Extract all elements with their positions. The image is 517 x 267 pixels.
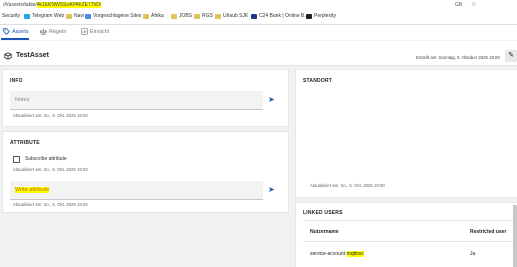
bookmark-navi[interactable]: Navi xyxy=(66,13,84,19)
telegram-icon xyxy=(24,13,30,19)
divider xyxy=(303,241,513,242)
zoom-badge[interactable]: GB xyxy=(455,2,462,8)
bookmark-afrika[interactable]: Afrika xyxy=(143,13,164,19)
info-title: INFO xyxy=(10,78,23,84)
tab-regeln[interactable]: Regeln xyxy=(40,28,66,35)
bookmark-label: Afrika xyxy=(151,13,164,19)
edit-button[interactable]: ✎ xyxy=(505,50,517,62)
table-row-username[interactable]: service-account-mqttsvc xyxy=(310,251,364,257)
username-prefix: service-account- xyxy=(310,251,347,257)
bookmark-rgs[interactable]: RGS xyxy=(194,13,213,19)
tab-label: Einsicht xyxy=(90,28,110,35)
cube-icon xyxy=(4,52,12,60)
url-prefix: /#/assets/table/ xyxy=(3,2,37,8)
attribute-card xyxy=(3,132,288,212)
subscribe-checkbox[interactable] xyxy=(13,156,20,163)
star-icon[interactable]: ☆ xyxy=(471,1,476,8)
send-icon[interactable]: ➤ xyxy=(268,95,275,104)
folder-icon xyxy=(66,13,72,19)
bookmark-label: Vorgeschlagene Sites xyxy=(93,13,142,19)
subscribe-updated: Aktualisiert am: So., 5. Okt. 2025 19:02 xyxy=(13,167,88,172)
folder-icon xyxy=(215,13,221,19)
subscribe-label: Subscribe attribute xyxy=(25,156,67,162)
page-title: TestAsset xyxy=(16,52,49,59)
bookmark-label: Navi xyxy=(74,13,85,19)
bookmark-perplexity[interactable]: Perplexity xyxy=(306,13,336,19)
bookmark-label: RGS xyxy=(202,13,213,19)
bookmark-label: Perplexity xyxy=(314,13,336,19)
table-row-restricted: Ja xyxy=(470,251,476,257)
bookmark-label: JOBS xyxy=(179,13,193,19)
info-updated: Aktualisiert am: So., 5. Okt. 2025 19:00 xyxy=(13,113,88,118)
write-attribute-text: Write attribute xyxy=(15,187,50,193)
chart-icon xyxy=(81,28,88,35)
notes-field[interactable] xyxy=(10,91,263,110)
linked-users-title: LINKED USERS xyxy=(303,210,343,216)
created-timestamp: Erstellt am: Sonntag, 5. Oktober 2025 19… xyxy=(416,55,500,60)
folder-icon xyxy=(194,13,200,19)
tab-einsicht[interactable]: Einsicht xyxy=(81,28,109,35)
send-icon[interactable]: ➤ xyxy=(268,185,275,194)
c24-icon xyxy=(251,13,257,19)
tab-label: Assets xyxy=(12,28,29,35)
bookmark-label: Urlaub SJK xyxy=(223,13,249,19)
username-highlight: mqttsvc xyxy=(346,251,364,257)
active-tab-indicator xyxy=(1,38,29,40)
tab-label: Regeln xyxy=(49,28,67,35)
standort-title: STANDORT xyxy=(303,78,333,84)
bookmark-label: Telegram Web xyxy=(32,13,65,19)
write-updated: Aktualisiert am: So., 5. Okt. 2025 19:02 xyxy=(13,202,88,207)
bookmark-label: C24 Bank | Online B... xyxy=(259,13,309,19)
standort-updated: Aktualisiert am: So., 5. Okt. 2025 19:00 xyxy=(310,183,385,188)
column-header-restricted: Restricted user xyxy=(470,229,507,235)
bookmark-urlaub[interactable]: Urlaub SJK xyxy=(215,13,248,19)
bookmark-jobs[interactable]: JOBS xyxy=(171,13,192,19)
column-header-username: Nutzername xyxy=(310,229,339,235)
tab-bar xyxy=(0,25,517,40)
tag-icon xyxy=(3,28,10,35)
tab-assets[interactable]: Assets xyxy=(3,28,29,35)
globe-icon xyxy=(85,13,91,19)
asset-header xyxy=(0,41,517,66)
scrollbar[interactable] xyxy=(513,205,517,267)
standort-card xyxy=(296,70,517,197)
folder-icon xyxy=(143,13,149,19)
bookmark-label: Security xyxy=(2,13,21,19)
bookmark-c24[interactable]: C24 Bank | Online B... xyxy=(251,13,308,19)
bookmark-security[interactable]: Security xyxy=(2,13,20,19)
url-text[interactable]: /#/assets/table/4k1EKNWSSoAPAhZE77hDi xyxy=(3,2,102,8)
divider xyxy=(303,220,513,221)
bookmark-sites[interactable]: Vorgeschlagene Sites xyxy=(85,13,141,19)
perplexity-icon xyxy=(306,13,312,19)
notes-label: Notes xyxy=(15,97,30,103)
pencil-icon: ✎ xyxy=(508,52,514,59)
scale-icon xyxy=(40,28,47,35)
folder-icon xyxy=(171,13,177,19)
attribute-title: ATTRIBUTE xyxy=(10,140,40,146)
bookmark-telegram[interactable]: Telegram Web xyxy=(24,13,64,19)
url-highlight: 4k1EKNWSSoAPAhZE77hDi xyxy=(36,2,102,8)
write-attribute-label: Write attribute xyxy=(15,187,50,193)
